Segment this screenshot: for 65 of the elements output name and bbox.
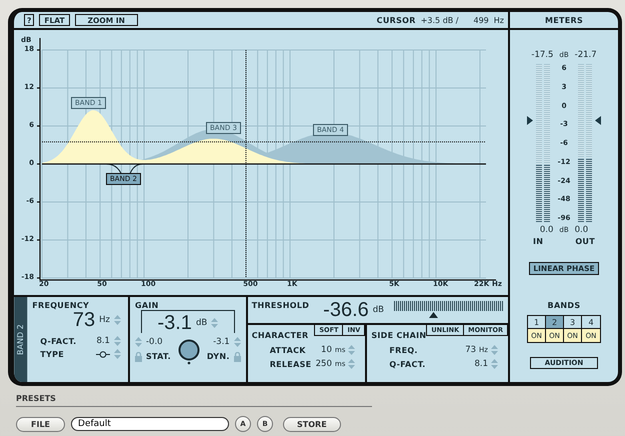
section-title: BANDS <box>548 301 580 310</box>
cursor-db-value: +3.5 dB / <box>420 16 458 24</box>
threshold-value: -36.6 <box>323 300 369 320</box>
frequency-value: 73 <box>72 310 96 330</box>
store-button[interactable]: STORE <box>283 416 341 432</box>
section-title: FREQUENCY <box>32 301 90 310</box>
meter-label: IN <box>533 237 544 246</box>
attack-value: 10 <box>321 345 332 355</box>
static-gain-value: -0.0 <box>146 336 163 346</box>
level-value: 0.0 <box>540 225 554 235</box>
parameter-label: Q-FACT. <box>40 336 78 346</box>
section-title: CHARACTER <box>252 331 308 340</box>
band-select-button[interactable]: 3 <box>564 316 582 329</box>
band-select-button[interactable]: 1 <box>528 316 546 329</box>
parameter-label: TYPE <box>40 350 65 358</box>
section-title: GAIN <box>134 301 160 310</box>
spinner-icon[interactable] <box>348 359 356 369</box>
slider-thumb[interactable] <box>428 312 438 318</box>
section-title: SIDE CHAIN <box>371 331 426 340</box>
spinner-icon[interactable] <box>234 336 241 346</box>
peak-value: -21.7 <box>574 50 597 60</box>
spinner-icon[interactable] <box>114 336 121 346</box>
meters-title: METERS <box>544 16 584 24</box>
gain-value: -3.1 <box>157 313 192 333</box>
parameter-label: RELEASE <box>268 360 312 368</box>
unit-label: dB <box>372 305 384 315</box>
spinner-icon[interactable] <box>134 336 142 346</box>
q-factor-value: 8.1 <box>474 359 488 369</box>
parameter-label: FREQ. <box>388 346 418 354</box>
section-title: THRESHOLD <box>252 301 310 310</box>
parameter-label: DYN. <box>206 352 230 361</box>
threshold-slider[interactable] <box>394 301 504 319</box>
parameter-label: STAT. <box>146 352 171 361</box>
cursor-hz-value: 499 <box>474 16 489 24</box>
release-value: 250 <box>316 359 332 369</box>
lock-icon[interactable] <box>134 352 142 362</box>
parameter-label: ATTACK <box>268 346 306 354</box>
spinner-icon[interactable] <box>491 345 498 355</box>
spinner-icon[interactable] <box>211 318 218 328</box>
preset-name-field[interactable]: Default <box>71 417 230 431</box>
circle-line-icon[interactable] <box>96 350 110 358</box>
parameter-label: Q-FACT. <box>388 360 426 368</box>
triangle-marker-icon <box>527 116 533 124</box>
level-value: 0.0 <box>574 225 588 235</box>
unit-label: Hz <box>99 315 110 325</box>
q-factor-value: 8.1 <box>96 336 110 346</box>
frequency-value: 73 <box>465 345 476 355</box>
spinner-icon[interactable] <box>114 315 121 325</box>
band-select-button[interactable]: 4 <box>582 316 600 329</box>
lock-icon[interactable] <box>234 352 241 362</box>
dynamic-gain-value: -3.1 <box>213 336 230 346</box>
spinner-icon[interactable] <box>348 345 356 355</box>
triangle-marker-icon <box>595 116 601 124</box>
presets-title: PRESETS <box>16 394 372 407</box>
file-button[interactable]: FILE <box>16 416 66 432</box>
band-select-button[interactable]: 2 <box>546 316 564 329</box>
spinner-icon[interactable] <box>491 359 498 369</box>
band-tab[interactable]: BAND 2 <box>14 297 28 382</box>
cursor-label: CURSOR <box>376 16 416 24</box>
knob[interactable] <box>178 339 200 365</box>
meter-label: OUT <box>575 237 595 246</box>
peak-value: -17.5 <box>531 50 554 60</box>
cursor-unit: Hz <box>494 16 504 24</box>
unit-label: dB <box>196 318 208 328</box>
spinner-icon[interactable] <box>114 349 121 359</box>
